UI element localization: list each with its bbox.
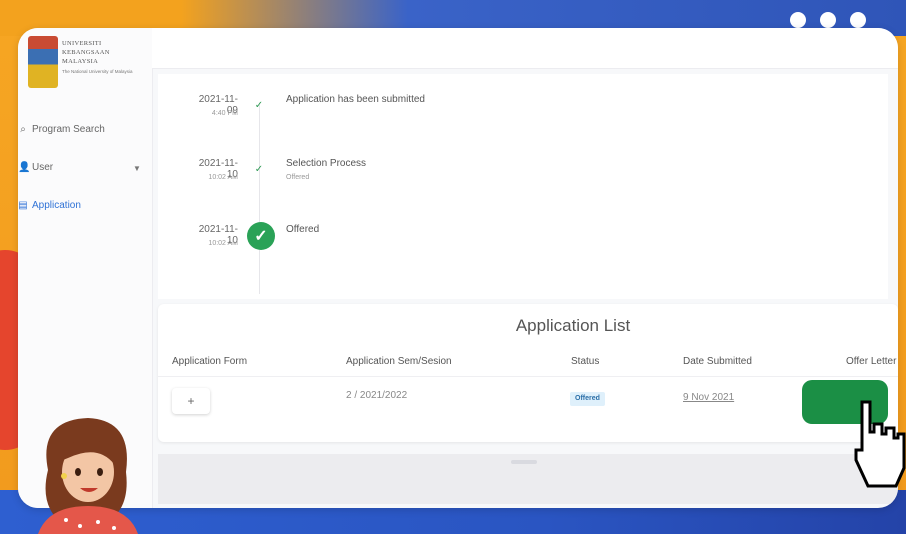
sidebar-item-program-search[interactable]: ⌕ Program Search [18, 124, 105, 135]
presenter-avatar [38, 418, 138, 534]
check-icon: ✓ [254, 164, 264, 175]
timeline-time: 10:02 AM [208, 240, 238, 247]
user-icon: 👤 [18, 162, 31, 173]
application-list-title: Application List [515, 316, 631, 335]
search-icon: ⌕ [20, 124, 26, 135]
dot-icon [820, 12, 836, 28]
timeline-item: 2021-11-10 10:02 AM ✓ Offered [158, 222, 888, 264]
dot-icon [850, 12, 866, 28]
logo-line: KEBANGSAAN [62, 49, 110, 56]
hand-pointer-icon [854, 400, 906, 488]
main-content: 2021-11-09 4:40 PM ✓ Application has bee… [158, 68, 898, 508]
sidebar-item-label: Program Search [32, 124, 105, 135]
logo-tagline: The National University of Malaysia [62, 69, 133, 74]
table-divider [158, 376, 898, 377]
application-list-card: Application List Application Form Applic… [158, 304, 898, 442]
table-cell-sem: 2 / 2021/2022 [346, 390, 408, 401]
university-logo: UNIVERSITI KEBANGSAAN MALAYSIA The Natio… [28, 36, 138, 92]
logo-line: MALAYSIA [62, 58, 99, 65]
timeline-title: Application has been submitted [286, 94, 425, 105]
status-badge: Offered [570, 392, 605, 406]
sidebar-item-label: User [32, 162, 54, 173]
timeline-subtitle: Offered [286, 174, 310, 181]
browser-window: UNIVERSITI KEBANGSAAN MALAYSIA The Natio… [18, 28, 898, 508]
window-dots [790, 12, 866, 28]
application-timeline: 2021-11-09 4:40 PM ✓ Application has bee… [158, 74, 888, 299]
column-header: Status [571, 356, 600, 367]
column-header: Offer Letter [846, 356, 897, 367]
check-circle-icon: ✓ [247, 222, 275, 250]
column-header: Date Submitted [683, 356, 752, 367]
top-bar [152, 28, 898, 69]
dot-icon [790, 12, 806, 28]
sidebar-item-application[interactable]: ▤ Application [18, 200, 81, 211]
chevron-down-icon[interactable]: ▼ [133, 164, 141, 173]
scroll-indicator [511, 460, 537, 464]
timeline-item: 2021-11-09 4:40 PM ✓ Application has bee… [158, 94, 888, 134]
logo-line: UNIVERSITI [62, 40, 102, 47]
check-icon: ✓ [254, 100, 264, 111]
crest-icon [28, 36, 58, 88]
column-header: Application Sem/Sesion [346, 356, 452, 367]
column-header: Application Form [172, 356, 248, 367]
footer-area [158, 454, 898, 504]
document-icon: ▤ [18, 200, 28, 211]
timeline-item: 2021-11-10 10:02 AM ✓ Selection Process … [158, 158, 888, 198]
open-form-button[interactable]: + [172, 388, 210, 414]
timeline-time: 4:40 PM [211, 110, 238, 117]
sidebar-item-user[interactable]: 👤 User [18, 162, 53, 173]
timeline-title: Offered [286, 224, 320, 235]
timeline-title: Selection Process [286, 158, 367, 169]
date-submitted-link[interactable]: 9 Nov 2021 [683, 392, 734, 403]
sidebar-item-label: Application [32, 200, 81, 211]
timeline-time: 10:02 AM [208, 174, 238, 181]
